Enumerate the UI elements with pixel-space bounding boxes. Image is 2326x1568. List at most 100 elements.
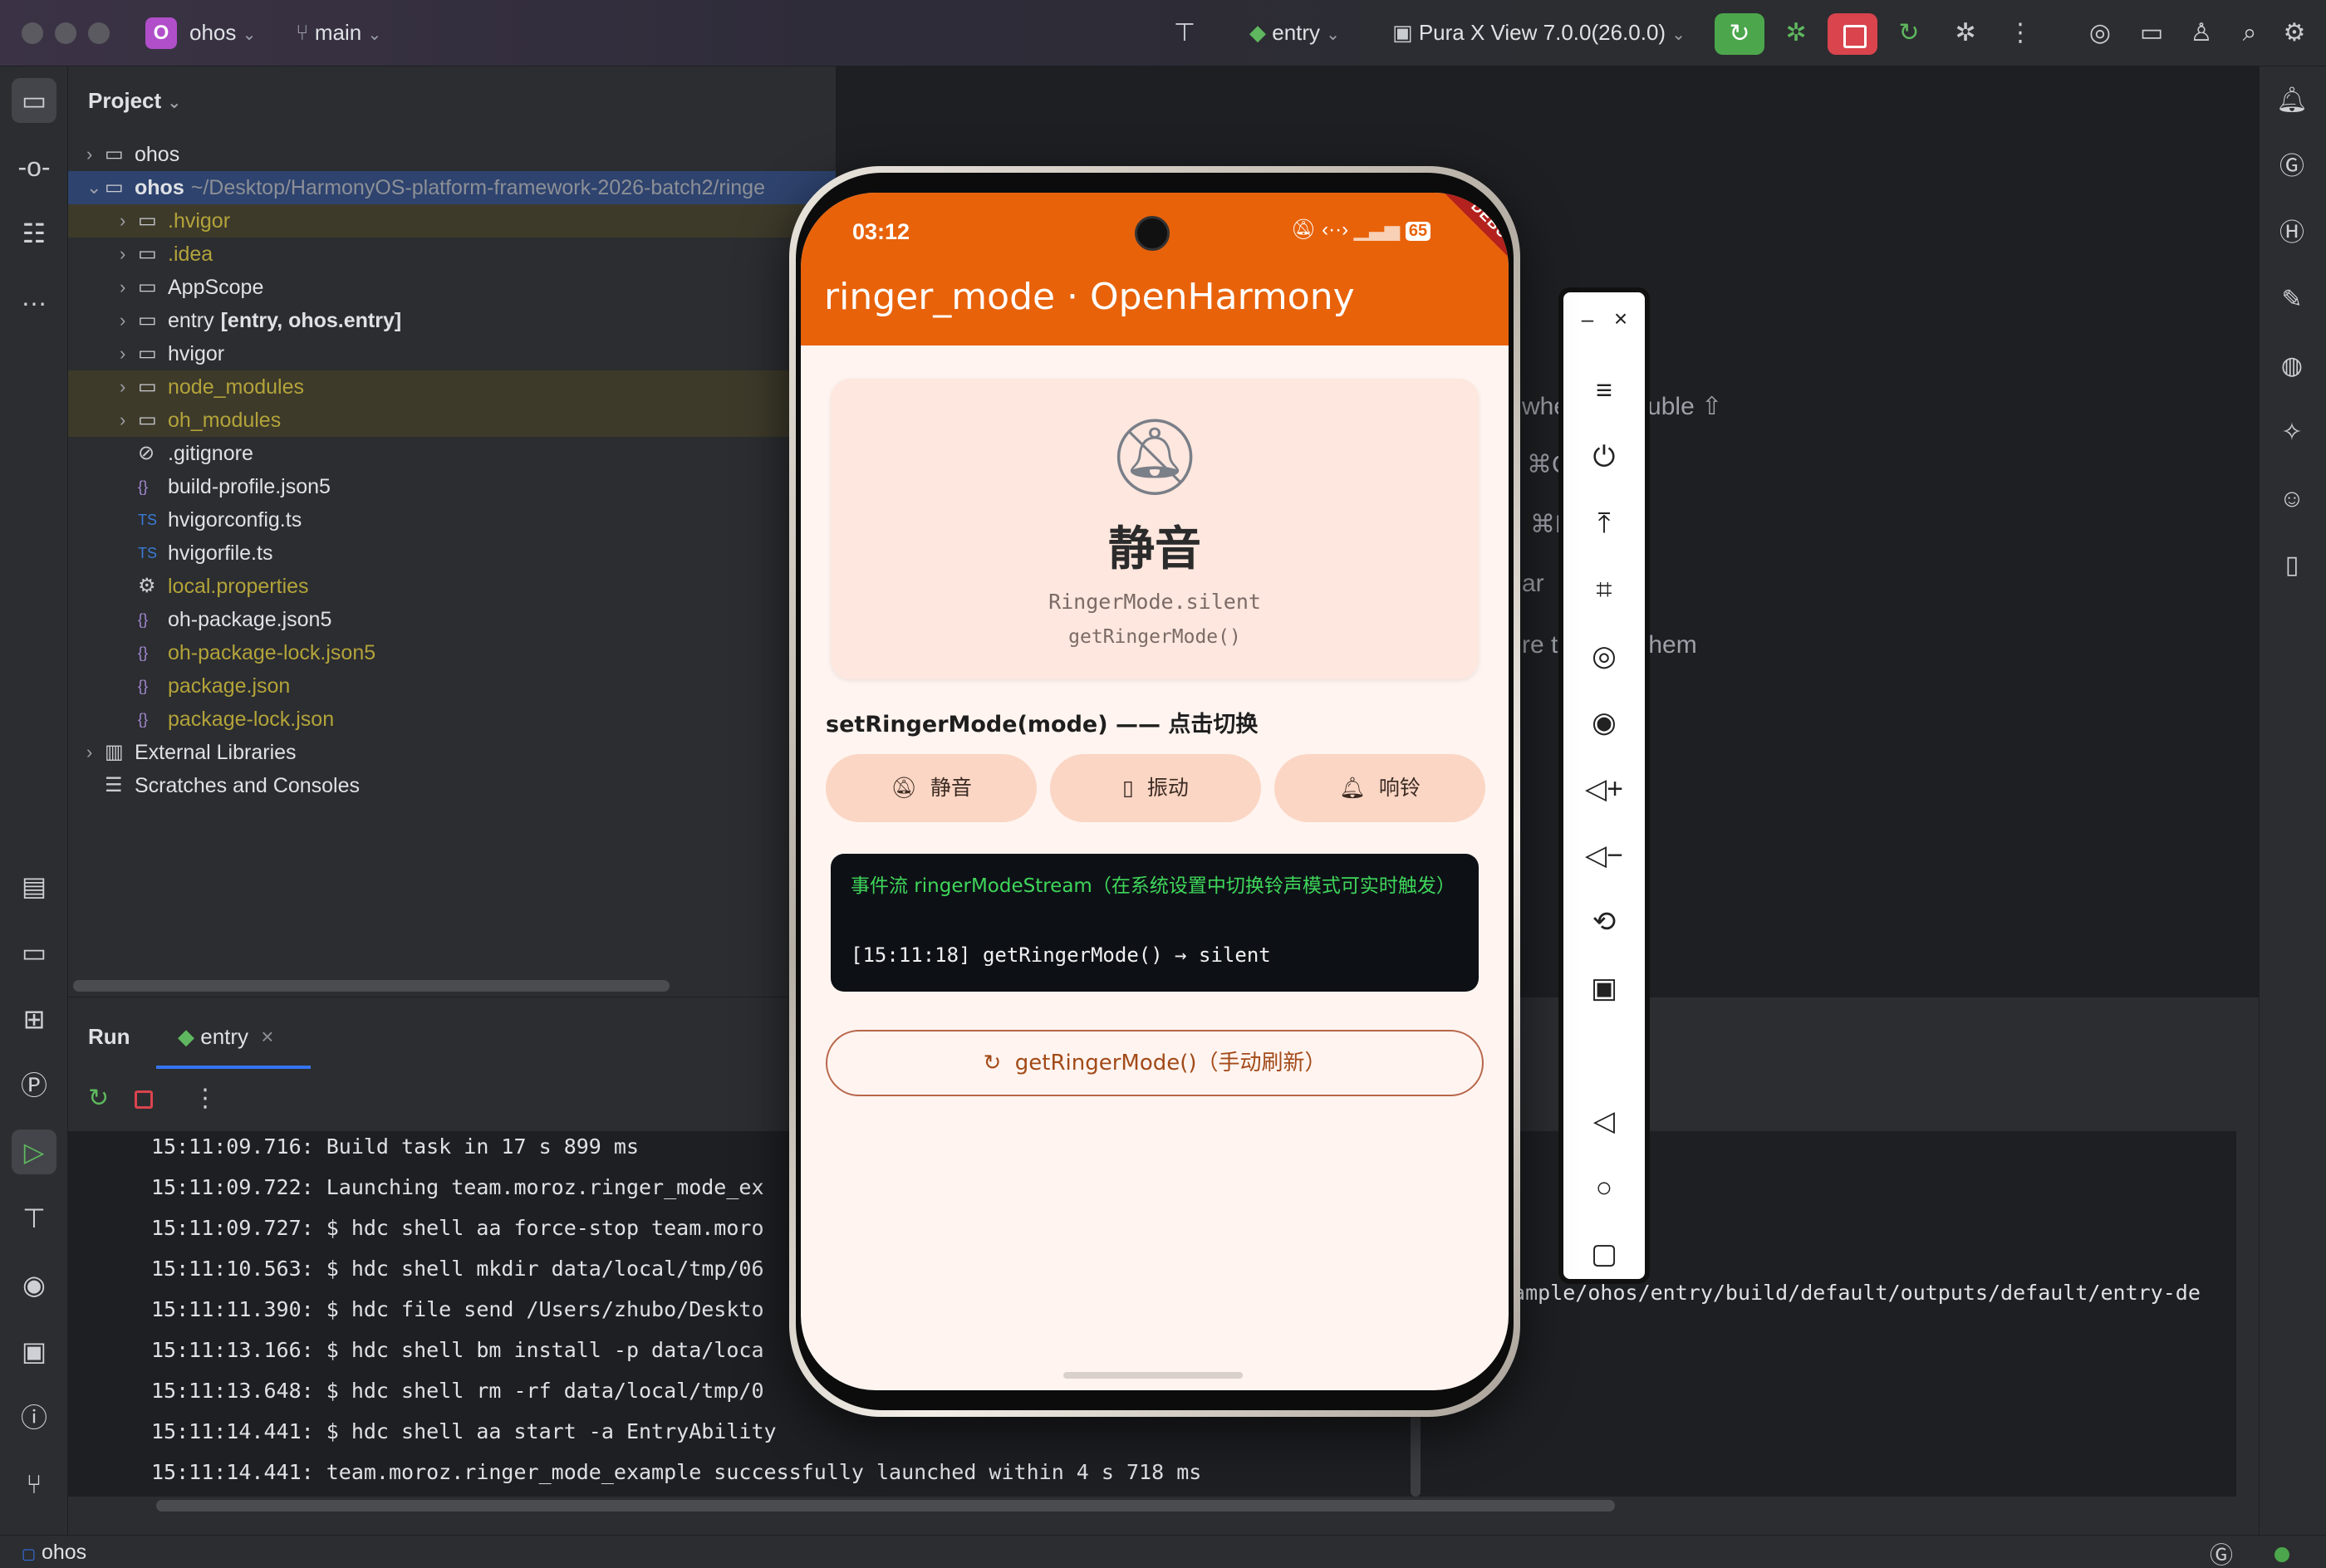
tree-item[interactable]: › ▭ oh_modules [68,404,836,437]
run-config-selector[interactable]: ◆ entry ⌄ [1249,20,1340,46]
tree-item[interactable]: › ▭ .idea [68,238,836,271]
search-icon[interactable]: ⌕ [2231,15,2268,51]
codegenie-icon[interactable]: Ⓖ [2270,145,2314,189]
stop-button[interactable] [1828,13,1877,55]
branch-switcher[interactable]: ⑂ main ⌄ [296,20,381,46]
chevron-right-icon[interactable]: › [120,370,125,404]
commit-tool-icon[interactable]: -o- [12,145,56,189]
attach-debugger-icon[interactable]: ✲ [1947,15,1984,51]
window-minimize-button[interactable] [55,22,76,44]
screenshot-icon[interactable]: ◉ [1563,699,1645,746]
chevron-right-icon[interactable]: › [120,271,125,304]
edit-note-icon[interactable]: ✎ [2270,277,2314,322]
todo-tool-icon[interactable]: ▤ [12,864,56,909]
tree-item[interactable]: › ▭ hvigor [68,337,836,370]
layout-inspector-icon[interactable]: ⊞ [12,997,56,1041]
fold-icon[interactable]: ▣ [1563,965,1645,1012]
volume-up-icon[interactable]: ◁+ [1563,766,1645,812]
project-tool-icon[interactable]: ▭ [12,78,56,123]
project-badge[interactable]: O [145,17,177,49]
close-icon[interactable]: × [1580,296,1661,342]
tree-item[interactable]: › ▥ External Libraries [68,736,836,769]
tree-item[interactable]: {} oh-package-lock.json5 [68,636,836,669]
device-file-icon[interactable]: ▭ [12,930,56,975]
chevron-right-icon[interactable]: › [120,337,125,370]
tree-item[interactable]: ⌄ ▭ ohos ~/Desktop/HarmonyOS-platform-frame… [68,171,836,204]
tree-item[interactable]: ⊘ .gitignore [68,437,836,470]
tree-item[interactable]: TS hvigorconfig.ts [68,503,836,537]
vibrate-button[interactable]: ▯ 振动 [1050,754,1261,822]
tree-item[interactable]: › ▭ .hvigor [68,204,836,238]
home-indicator[interactable] [1063,1372,1243,1379]
chevron-right-icon[interactable]: › [86,138,92,171]
chevron-right-icon[interactable]: › [120,404,125,437]
crop-icon[interactable]: ⌗ [1563,566,1645,613]
account-icon[interactable]: ♙ [2183,15,2220,51]
services-icon[interactable]: ◉ [12,1262,56,1307]
settings-gear-icon[interactable]: ⚙ [2276,15,2313,51]
folder-search-icon[interactable]: ▭ [2133,15,2170,51]
statusbar-project[interactable]: ▢ ohos [22,1541,86,1565]
tree-item[interactable]: › ▭ entry [entry, ohos.entry] [68,304,836,337]
rotate-device-icon[interactable]: ⟲ [1563,899,1645,945]
console-horizontal-scrollbar[interactable] [156,1500,1615,1512]
debug-icon[interactable]: ✲ [1778,15,1814,51]
close-tab-icon[interactable]: × [261,1024,273,1049]
codegenie-status-icon[interactable]: Ⓖ [2210,1537,2233,1568]
chevron-right-icon[interactable]: › [86,736,92,769]
chevron-right-icon[interactable]: › [120,304,125,337]
version-control-icon[interactable]: ⑂ [12,1462,56,1507]
tree-item[interactable]: {} package-lock.json [68,703,836,736]
refresh-button[interactable]: ↻ getRingerMode()（手动刷新） [826,1030,1484,1096]
device-selector[interactable]: ▣ Pura X View 7.0.0(26.0.0) ⌄ [1392,20,1686,46]
silent-button[interactable]: 🔕︎ 静音 [826,754,1037,822]
back-icon[interactable]: ◁ [1563,1098,1645,1144]
menu-icon[interactable]: ≡ [1563,367,1645,414]
tree-item[interactable]: › ▭ AppScope [68,271,836,304]
more-options-icon[interactable]: ⋮ [193,1084,218,1113]
tree-item[interactable]: ☰ Scratches and Consoles [68,769,836,802]
stop-icon[interactable] [135,1090,153,1109]
assistant-icon[interactable]: ☺ [2270,477,2314,522]
power-icon[interactable]: ⏻ [1563,434,1645,480]
recents-icon[interactable]: ▢ [1563,1231,1645,1277]
device-manager-icon[interactable]: ◎ [2082,15,2118,51]
plugins-icon[interactable]: ✧ [2270,410,2314,455]
upload-icon[interactable]: ⤒ [1563,500,1645,546]
apply-changes-icon[interactable]: ↻ [1891,15,1927,51]
phone-screen[interactable]: 03:12 🔕︎ ‹··› ▁▃▅ 65 DEBUG ringer_mode ·… [801,193,1509,1390]
profiler-icon[interactable]: Ⓟ [12,1063,56,1108]
previewer-phone-icon[interactable]: ▯ [2270,543,2314,588]
project-switcher[interactable]: ohos ⌄ [189,20,256,46]
terminal-icon[interactable]: ▣ [12,1329,56,1374]
chevron-down-icon[interactable]: ⌄ [86,171,101,204]
ring-button[interactable]: 🔔︎ 响铃 [1274,754,1485,822]
rerun-button[interactable]: ↻ [1715,13,1764,55]
project-panel-header[interactable]: Project ⌄ [88,88,181,114]
tree-item[interactable]: {} package.json [68,669,836,703]
harmony-icon[interactable]: Ⓗ [2270,211,2314,256]
problems-icon[interactable]: ⓘ [12,1395,56,1440]
volume-down-icon[interactable]: ◁− [1563,832,1645,879]
build-icon[interactable]: ⊤ [1166,15,1203,51]
rerun-icon[interactable]: ↻ [88,1084,109,1113]
more-tools-icon[interactable]: … [12,274,56,319]
home-icon[interactable]: ○ [1563,1164,1645,1211]
tree-item[interactable]: TS hvigorfile.ts [68,537,836,570]
tree-item[interactable]: {} oh-package.json5 [68,603,836,636]
rotate-icon[interactable]: ◎ [1563,633,1645,679]
notifications-icon[interactable]: 🔔︎ [2270,78,2314,123]
chevron-right-icon[interactable]: › [120,238,125,271]
chevron-right-icon[interactable]: › [120,204,125,238]
build-tool-icon[interactable]: ⊤ [12,1196,56,1241]
horizontal-scrollbar[interactable] [73,980,670,992]
tree-item[interactable]: ⚙ local.properties [68,570,836,603]
structure-tool-icon[interactable]: ☷ [12,211,56,256]
tree-item[interactable]: › ▭ node_modules [68,370,836,404]
tree-item[interactable]: › ▭ ohos [68,138,836,171]
window-close-button[interactable] [22,22,43,44]
run-tool-icon[interactable]: ▷ [12,1129,56,1174]
run-tab-entry[interactable]: ◆ entry × [178,1024,273,1050]
window-zoom-button[interactable] [88,22,110,44]
tree-item[interactable]: {} build-profile.json5 [68,470,836,503]
